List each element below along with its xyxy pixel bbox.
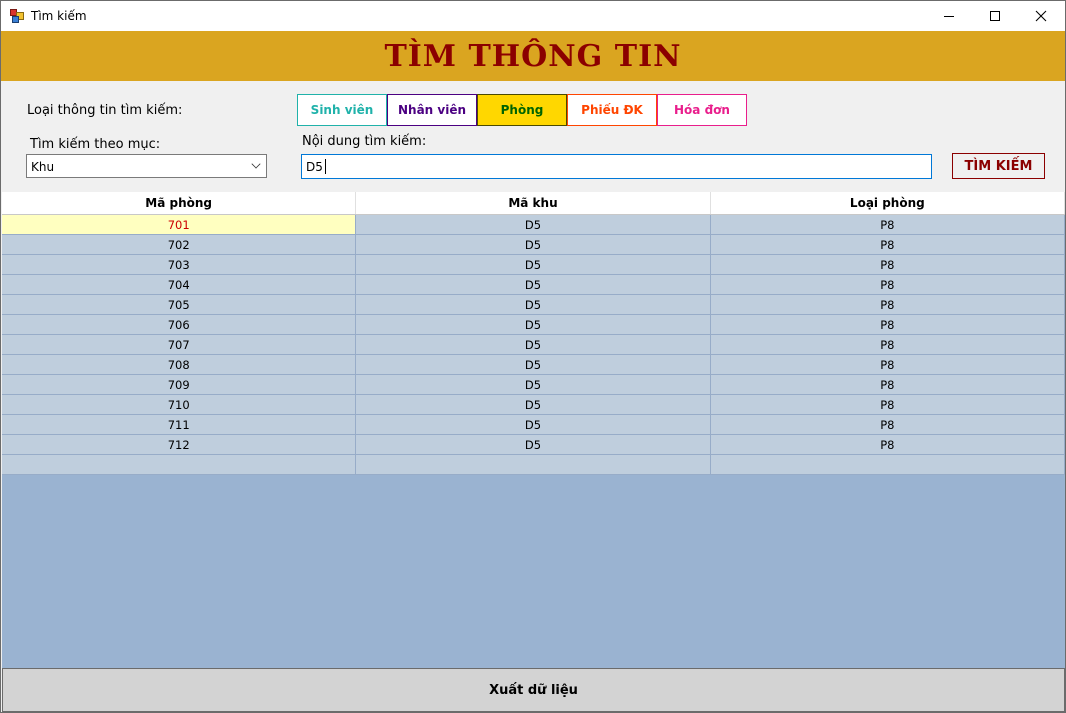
search-content-label: Nội dung tìm kiếm: xyxy=(302,134,427,149)
table-cell[interactable]: 709 xyxy=(2,375,357,394)
text-caret xyxy=(325,159,326,174)
table-cell[interactable]: 701 xyxy=(2,215,357,234)
table-cell[interactable]: 711 xyxy=(2,415,357,434)
table-cell[interactable]: D5 xyxy=(356,315,711,334)
table-cell[interactable]: 703 xyxy=(2,255,357,274)
table-cell[interactable]: D5 xyxy=(356,235,711,254)
type-button-phong[interactable]: Phòng xyxy=(477,94,567,126)
table-cell[interactable]: P8 xyxy=(711,415,1065,434)
table-cell[interactable]: P8 xyxy=(711,255,1065,274)
table-cell[interactable]: 712 xyxy=(2,435,357,454)
search-input-value: D5 xyxy=(306,160,323,174)
table-cell[interactable]: D5 xyxy=(356,435,711,454)
table-row[interactable]: 711 D5 P8 xyxy=(2,415,1065,435)
type-button-hoa-don[interactable]: Hóa đơn xyxy=(657,94,747,126)
table-cell[interactable]: P8 xyxy=(711,435,1065,454)
table-cell[interactable]: 705 xyxy=(2,295,357,314)
search-input[interactable]: D5 xyxy=(301,154,932,179)
column-header-ma-phong[interactable]: Mã phòng xyxy=(2,192,357,214)
page-title: TÌM THÔNG TIN xyxy=(384,38,682,74)
table-cell[interactable]: D5 xyxy=(356,295,711,314)
table-cell[interactable]: P8 xyxy=(711,275,1065,294)
table-row[interactable]: 708 D5 P8 xyxy=(2,355,1065,375)
table-row[interactable]: 701 D5 P8 xyxy=(2,215,1065,235)
table-cell[interactable]: 707 xyxy=(2,335,357,354)
table-cell[interactable] xyxy=(2,455,357,474)
table-cell[interactable]: P8 xyxy=(711,355,1065,374)
table-cell[interactable]: D5 xyxy=(356,395,711,414)
table-row[interactable]: 709 D5 P8 xyxy=(2,375,1065,395)
table-cell[interactable]: D5 xyxy=(356,275,711,294)
type-button-sinh-vien[interactable]: Sinh viên xyxy=(297,94,387,126)
close-icon xyxy=(1035,10,1047,22)
table-cell[interactable]: 708 xyxy=(2,355,357,374)
results-grid[interactable]: Mã phòng Mã khu Loại phòng 701 D5 P8 702 D5 P… xyxy=(2,192,1065,668)
table-row[interactable]: 706 D5 P8 xyxy=(2,315,1065,335)
grid-header: Mã phòng Mã khu Loại phòng xyxy=(2,192,1065,215)
category-select-value: Khu xyxy=(31,160,55,174)
table-cell[interactable]: P8 xyxy=(711,335,1065,354)
app-icon xyxy=(10,9,24,23)
close-button[interactable] xyxy=(1018,1,1064,31)
type-button-phieu-dk[interactable]: Phiếu ĐK xyxy=(567,94,657,126)
table-cell[interactable]: 710 xyxy=(2,395,357,414)
table-cell[interactable]: 702 xyxy=(2,235,357,254)
table-row[interactable]: 710 D5 P8 xyxy=(2,395,1065,415)
grid-body: 701 D5 P8 702 D5 P8 703 D5 P8 704 D5 P8 705 D5 P8 706 D5… xyxy=(2,215,1065,475)
table-cell[interactable]: P8 xyxy=(711,315,1065,334)
table-cell[interactable]: D5 xyxy=(356,415,711,434)
column-header-loai-phong[interactable]: Loại phòng xyxy=(711,192,1065,214)
title-bar[interactable]: Tìm kiếm xyxy=(1,1,1065,31)
table-row[interactable]: 705 D5 P8 xyxy=(2,295,1065,315)
table-cell[interactable]: D5 xyxy=(356,355,711,374)
search-button[interactable]: TÌM KIẾM xyxy=(952,153,1045,179)
table-row[interactable]: 703 D5 P8 xyxy=(2,255,1065,275)
minimize-icon xyxy=(944,15,954,17)
table-row[interactable]: 712 D5 P8 xyxy=(2,435,1065,455)
table-cell[interactable]: D5 xyxy=(356,215,711,234)
table-cell[interactable] xyxy=(711,455,1065,474)
table-cell[interactable]: 704 xyxy=(2,275,357,294)
table-cell[interactable]: P8 xyxy=(711,215,1065,234)
search-type-label: Loại thông tin tìm kiếm: xyxy=(27,103,183,118)
category-select[interactable]: Khu xyxy=(26,154,267,178)
table-cell[interactable]: 706 xyxy=(2,315,357,334)
type-button-nhan-vien[interactable]: Nhân viên xyxy=(387,94,477,126)
column-header-ma-khu[interactable]: Mã khu xyxy=(356,192,711,214)
table-row[interactable]: 702 D5 P8 xyxy=(2,235,1065,255)
table-row[interactable]: 707 D5 P8 xyxy=(2,335,1065,355)
chevron-down-icon[interactable] xyxy=(251,159,261,169)
maximize-icon xyxy=(990,11,1000,21)
minimize-button[interactable] xyxy=(926,1,972,31)
table-row[interactable]: 704 D5 P8 xyxy=(2,275,1065,295)
table-cell[interactable]: P8 xyxy=(711,395,1065,414)
table-cell[interactable]: D5 xyxy=(356,255,711,274)
table-cell[interactable]: P8 xyxy=(711,295,1065,314)
export-data-button[interactable]: Xuất dữ liệu xyxy=(2,668,1065,712)
table-cell[interactable]: D5 xyxy=(356,335,711,354)
search-category-label: Tìm kiếm theo mục: xyxy=(30,137,161,152)
table-cell[interactable]: P8 xyxy=(711,375,1065,394)
table-cell[interactable]: P8 xyxy=(711,235,1065,254)
window-title: Tìm kiếm xyxy=(31,9,87,23)
table-cell[interactable]: D5 xyxy=(356,375,711,394)
header-band: TÌM THÔNG TIN xyxy=(1,31,1065,81)
maximize-button[interactable] xyxy=(972,1,1018,31)
table-cell[interactable] xyxy=(356,455,711,474)
search-window: Tìm kiếm TÌM THÔNG TIN Loại thông tin tì… xyxy=(0,0,1066,713)
new-row[interactable] xyxy=(2,455,1065,475)
